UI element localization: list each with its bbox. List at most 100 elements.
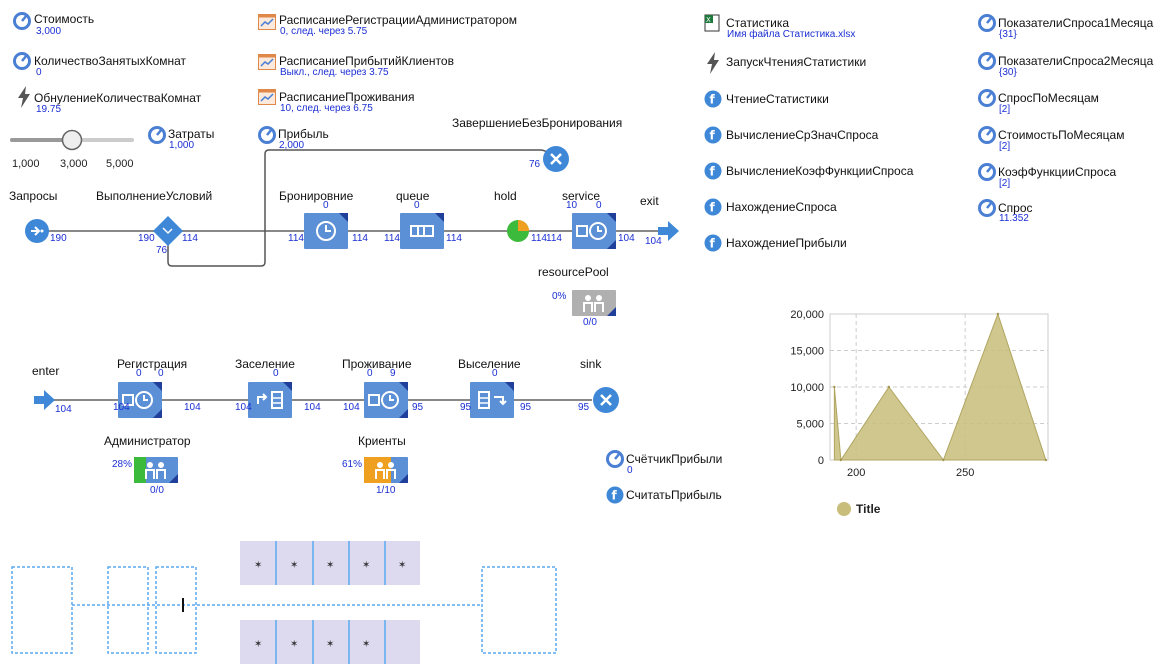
- svg-text:✶: ✶: [254, 560, 262, 571]
- clients-percent: 61%: [342, 459, 363, 470]
- param-pribyl-value: 2,000: [279, 140, 305, 151]
- function-chtenie[interactable]: ЧтениеСтатистики: [726, 93, 829, 106]
- vypolnenie-out: 114: [182, 233, 198, 244]
- lightning-icon: [707, 52, 719, 74]
- resourcepool-admin-block[interactable]: [134, 457, 178, 483]
- source-icon[interactable]: [24, 218, 50, 244]
- param-kol-komnat-label[interactable]: КоличествоЗанятыхКомнат: [34, 55, 186, 68]
- hold-out: 114: [531, 233, 547, 244]
- release-block-vyselenie[interactable]: [470, 382, 514, 418]
- sink-count: 95: [578, 402, 590, 413]
- parameter-icon: [13, 12, 31, 30]
- registraciya-queue-count: 0: [136, 368, 142, 379]
- demand-chart: 0 5,000 10,000 15,000 20,000 200 250 Title: [790, 309, 1049, 516]
- schedule-icon: [258, 89, 276, 105]
- zaprosy-label: Запросы: [9, 189, 58, 203]
- people-icon: [375, 462, 396, 479]
- chart-ytick-label: 10,000: [790, 382, 824, 394]
- queue-block[interactable]: [400, 213, 444, 249]
- resourcepool-percent: 0%: [552, 291, 567, 302]
- parameter-icon: [606, 450, 624, 468]
- svg-text:f: f: [710, 165, 716, 179]
- zavershenie-count: 76: [529, 159, 541, 170]
- resourcepool-clients-block[interactable]: [364, 457, 408, 483]
- var-pokazateli2-label[interactable]: ПоказателиСпроса2Месяца: [998, 55, 1153, 68]
- var-stoimost-po-mesyacam-label[interactable]: СтоимостьПоМесяцам: [998, 129, 1124, 142]
- param-kol-komnat-value: 0: [36, 67, 42, 78]
- select-output-icon[interactable]: [152, 215, 184, 247]
- bron-label: Бронировние: [279, 189, 354, 203]
- schedule-pribytii-value: Выкл., след. через 3.75: [280, 67, 389, 78]
- svg-text:✶: ✶: [362, 639, 370, 650]
- sink-icon[interactable]: [542, 145, 570, 173]
- param-zatraty-value: 1,000: [169, 140, 195, 151]
- vypolnenie-down: 76: [156, 245, 168, 256]
- sink-icon[interactable]: [592, 386, 620, 414]
- sink-label: sink: [580, 357, 602, 371]
- parameter-icon: [258, 126, 276, 144]
- registraciya-in: 104: [113, 402, 130, 413]
- var-pokazateli2-value: {30}: [999, 67, 1017, 78]
- service-icon: [576, 222, 607, 240]
- var-koef-label[interactable]: КоэфФункцииСпроса: [998, 166, 1116, 179]
- variable-icon: [978, 126, 996, 144]
- var-stoimost-po-mesyacam-value: [2]: [999, 141, 1011, 152]
- admin-percent: 28%: [112, 459, 133, 470]
- people-icon: [583, 295, 604, 312]
- queue-in: 114: [384, 233, 400, 244]
- event-zapusk-label[interactable]: ЗапускЧтенияСтатистики: [726, 56, 866, 69]
- svg-text:✶: ✶: [326, 639, 334, 650]
- function-vychislenie-sr[interactable]: ВычислениеСрЗначСпроса: [726, 129, 878, 142]
- release-icon: [478, 391, 507, 409]
- chart-data-point: [942, 458, 945, 462]
- delay-block-bron[interactable]: [304, 213, 348, 249]
- zaprosy-count: 190: [50, 233, 67, 244]
- resourcepool-label: resourcePool: [538, 265, 609, 279]
- event-obnulenie-value: 19.75: [36, 104, 62, 115]
- svg-text:✶: ✶: [362, 560, 370, 571]
- hold-icon[interactable]: [506, 219, 530, 243]
- function-nahozhdenie-sprosa[interactable]: НахождениеСпроса: [726, 201, 837, 214]
- service-queue-count: 10: [566, 200, 578, 211]
- chart-data-point: [839, 458, 843, 462]
- param-stoimost-label[interactable]: Стоимость: [34, 13, 94, 26]
- service-out: 104: [618, 233, 635, 244]
- zaselenie-label: Заселение: [235, 357, 295, 371]
- function-schitat-pribyl[interactable]: СчитатьПрибыль: [626, 489, 722, 502]
- registraciya-delay-count: 0: [158, 368, 164, 379]
- chart-xtick-label: 200: [847, 467, 865, 479]
- service-icon: [368, 391, 399, 409]
- svg-text:✶: ✶: [290, 560, 298, 571]
- seize-block-zaselenie[interactable]: [248, 382, 292, 418]
- clock-icon: [316, 221, 336, 241]
- bron-out: 114: [352, 233, 368, 244]
- function-icon: f: [704, 90, 722, 108]
- slider[interactable]: [10, 128, 134, 152]
- admin-label: Администратор: [104, 434, 191, 448]
- service-block-prozhivanie[interactable]: [364, 382, 408, 418]
- prozhivanie-label: Проживание: [342, 357, 412, 371]
- resourcepool-count: 0/0: [583, 317, 597, 328]
- schedule-registracii-value: 0, след. через 5.75: [280, 26, 368, 37]
- vypolnenie-in: 190: [138, 233, 155, 244]
- queue-out: 114: [446, 233, 462, 244]
- exit-count: 104: [645, 236, 662, 247]
- var-spros-po-mesyacam-label[interactable]: СпросПоМесяцам: [998, 92, 1099, 105]
- function-nahozhdenie-pribyli[interactable]: НахождениеПрибыли: [726, 237, 847, 250]
- counter-label[interactable]: СчётчикПрибыли: [626, 453, 722, 466]
- queue-icon: [410, 225, 434, 237]
- var-pokazateli1-label[interactable]: ПоказателиСпроса1Месяца: [998, 17, 1153, 30]
- resourcepool-block[interactable]: [572, 290, 616, 316]
- schedule-icon: [258, 14, 276, 30]
- clients-label: Криенты: [358, 434, 406, 448]
- service-block[interactable]: [572, 213, 616, 249]
- svg-text:f: f: [612, 489, 618, 503]
- chart-data-point: [833, 385, 836, 389]
- function-vychislenie-koef[interactable]: ВычислениеКоэфФункцииСпроса: [726, 165, 913, 178]
- service-delay-count: 0: [596, 200, 602, 211]
- lightning-icon: [18, 86, 30, 108]
- hold-label: hold: [494, 189, 517, 203]
- enter-arrow-icon[interactable]: [34, 389, 56, 411]
- chart-ytick-label: 0: [818, 455, 824, 467]
- zavershenie-label: ЗавершениеБезБронирования: [452, 116, 623, 130]
